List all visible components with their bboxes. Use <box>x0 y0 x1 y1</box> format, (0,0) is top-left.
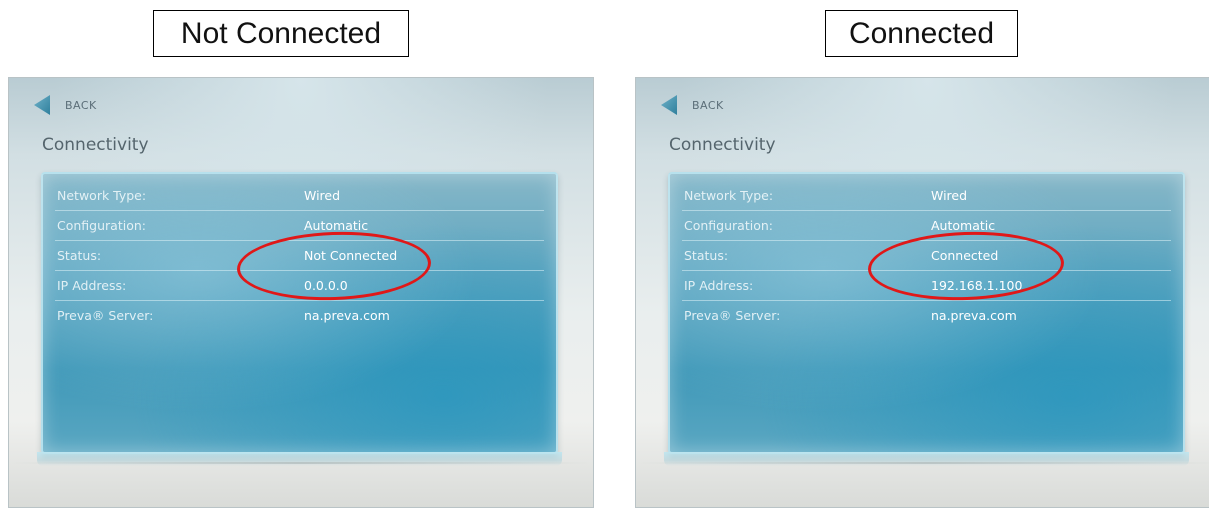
row-label: Configuration: <box>684 218 773 233</box>
row-configuration: Configuration: Automatic <box>55 211 544 241</box>
row-value: na.preva.com <box>931 308 1017 323</box>
back-label: BACK <box>65 98 97 112</box>
row-value: Connected <box>931 248 999 263</box>
caption-connected: Connected <box>825 10 1018 57</box>
row-value: Wired <box>304 188 341 203</box>
row-label: Status: <box>57 248 102 263</box>
row-label: Configuration: <box>57 218 146 233</box>
back-button[interactable]: BACK <box>660 94 724 116</box>
row-preva-server: Preva® Server: na.preva.com <box>682 301 1171 330</box>
row-label: IP Address: <box>684 278 754 293</box>
row-value: na.preva.com <box>304 308 390 323</box>
back-arrow-icon <box>34 95 50 115</box>
row-status: Status: Connected <box>682 241 1171 271</box>
info-list: Network Type: Wired Configuration: Autom… <box>55 181 544 330</box>
floor-divider <box>9 462 593 464</box>
row-status: Status: Not Connected <box>55 241 544 271</box>
row-configuration: Configuration: Automatic <box>682 211 1171 241</box>
page-title: Connectivity <box>669 135 776 155</box>
row-network-type: Network Type: Wired <box>55 181 544 211</box>
back-arrow-icon <box>661 95 677 115</box>
row-label: IP Address: <box>57 278 127 293</box>
row-ip-address: IP Address: 0.0.0.0 <box>55 271 544 301</box>
row-label: Preva® Server: <box>684 308 781 323</box>
back-label: BACK <box>692 98 724 112</box>
row-value: Automatic <box>304 218 369 233</box>
row-value: 0.0.0.0 <box>304 278 348 293</box>
floor-divider <box>636 462 1209 464</box>
row-label: Preva® Server: <box>57 308 154 323</box>
row-ip-address: IP Address: 192.168.1.100 <box>682 271 1171 301</box>
row-value: 192.168.1.100 <box>931 278 1023 293</box>
row-label: Network Type: <box>684 188 774 203</box>
info-list: Network Type: Wired Configuration: Autom… <box>682 181 1171 330</box>
row-value: Automatic <box>931 218 996 233</box>
page-title: Connectivity <box>42 135 149 155</box>
back-button[interactable]: BACK <box>33 94 97 116</box>
screen-connected: BACK Connectivity Network Type: Wired Co… <box>635 77 1209 508</box>
caption-not-connected: Not Connected <box>153 10 409 57</box>
row-value: Wired <box>931 188 968 203</box>
row-value: Not Connected <box>304 248 398 263</box>
row-label: Status: <box>684 248 729 263</box>
row-network-type: Network Type: Wired <box>682 181 1171 211</box>
row-preva-server: Preva® Server: na.preva.com <box>55 301 544 330</box>
row-label: Network Type: <box>57 188 147 203</box>
screen-not-connected: BACK Connectivity Network Type: Wired Co… <box>8 77 594 508</box>
